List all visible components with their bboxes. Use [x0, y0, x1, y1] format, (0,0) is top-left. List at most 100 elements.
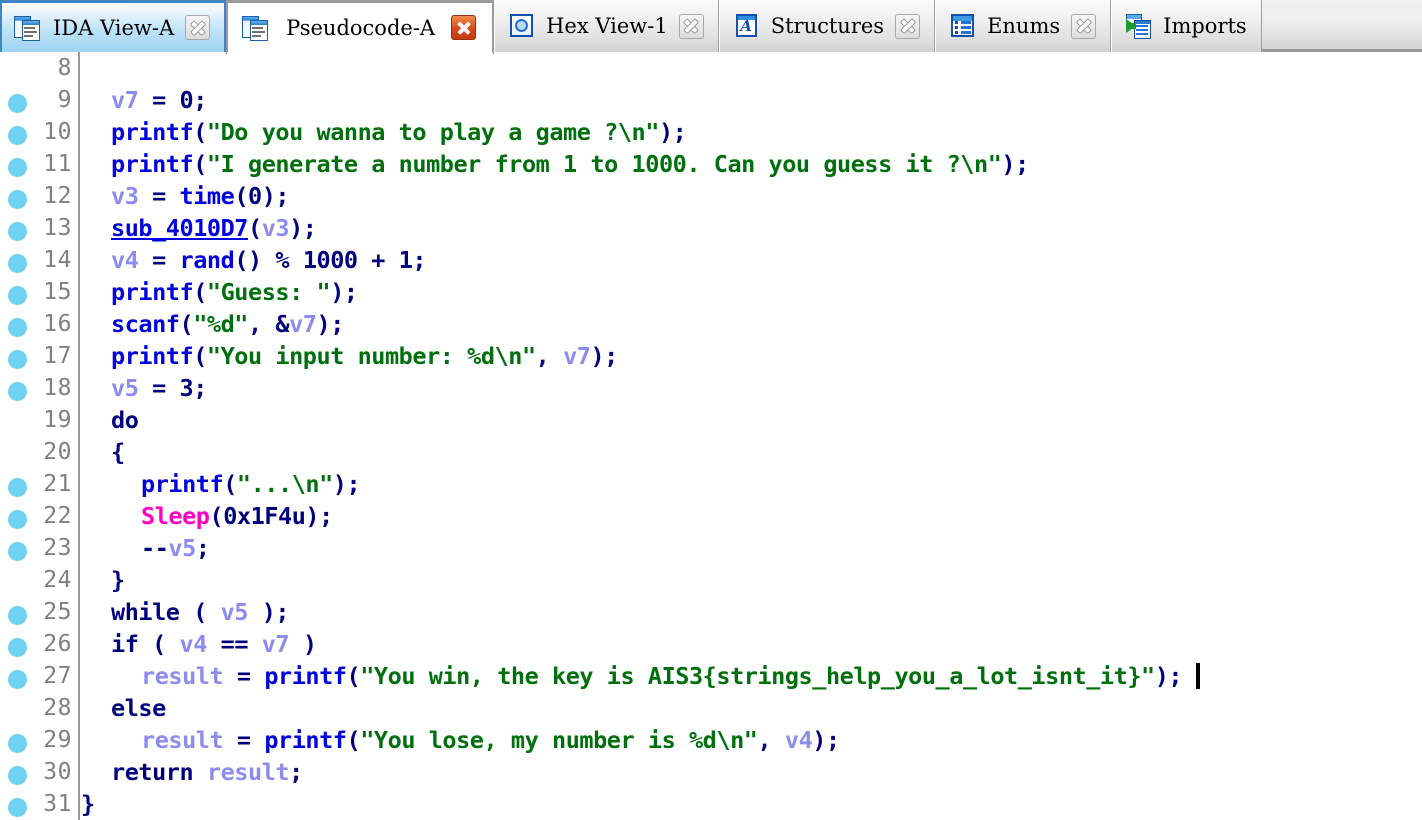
- code-token[interactable]: (: [138, 630, 179, 658]
- code-line[interactable]: 15 printf("Guess: ");: [0, 276, 1422, 308]
- code-token[interactable]: (: [223, 470, 237, 498]
- code-token[interactable]: result: [207, 758, 290, 786]
- code-token[interactable]: "You lose, my number is %d\n": [360, 726, 758, 754]
- tab-enums[interactable]: Enums: [935, 0, 1112, 52]
- code-token[interactable]: ;: [193, 86, 207, 114]
- code-text[interactable]: if ( v4 == v7 ): [111, 628, 317, 660]
- code-text[interactable]: }: [111, 564, 125, 596]
- code-token[interactable]: "I generate a number from 1 to 1000. Can…: [207, 150, 1002, 178]
- code-token[interactable]: =: [138, 246, 179, 274]
- code-token[interactable]: while: [111, 598, 180, 626]
- code-token[interactable]: v7: [289, 310, 317, 338]
- code-text[interactable]: do: [111, 404, 139, 436]
- code-token[interactable]: =: [138, 86, 179, 114]
- code-token[interactable]: }: [81, 790, 95, 818]
- code-line[interactable]: 19 do: [0, 404, 1422, 436]
- code-token[interactable]: );: [333, 470, 361, 498]
- code-line[interactable]: 16 scanf("%d", &v7);: [0, 308, 1422, 340]
- code-line[interactable]: 21 printf("...\n");: [0, 468, 1422, 500]
- code-token[interactable]: ): [289, 630, 317, 658]
- code-token[interactable]: v3: [262, 214, 290, 242]
- code-token[interactable]: );: [1001, 150, 1029, 178]
- tab-structures[interactable]: A Structures: [718, 0, 936, 52]
- code-token[interactable]: Sleep: [141, 502, 210, 530]
- code-token[interactable]: =: [138, 374, 179, 402]
- code-line[interactable]: 20 {: [0, 436, 1422, 468]
- code-token[interactable]: "Do you wanna to play a game ?\n": [207, 118, 659, 146]
- code-token[interactable]: +: [358, 246, 399, 274]
- code-token[interactable]: ;: [196, 534, 210, 562]
- code-token[interactable]: printf: [264, 726, 347, 754]
- code-token[interactable]: [193, 758, 207, 786]
- code-token[interactable]: 0x1F4u: [223, 502, 306, 530]
- code-token[interactable]: if: [111, 630, 139, 658]
- code-token[interactable]: time: [180, 182, 235, 210]
- code-token[interactable]: =: [138, 182, 179, 210]
- code-token[interactable]: --: [141, 534, 169, 562]
- code-token[interactable]: =: [223, 726, 264, 754]
- code-token[interactable]: else: [111, 694, 166, 722]
- code-token[interactable]: sub_4010D7: [111, 214, 248, 242]
- code-token[interactable]: "...\n": [237, 470, 333, 498]
- code-token[interactable]: 1: [399, 246, 413, 274]
- code-token[interactable]: printf: [111, 278, 194, 306]
- code-token[interactable]: ;: [412, 246, 426, 274]
- code-line[interactable]: 24}: [0, 564, 1422, 596]
- close-icon[interactable]: [185, 15, 211, 40]
- code-text[interactable]: result = printf("You lose, my number is …: [141, 724, 840, 756]
- code-token[interactable]: ==: [207, 630, 262, 658]
- code-text[interactable]: printf("I generate a number from 1 to 10…: [111, 148, 1029, 180]
- code-text[interactable]: printf("Do you wanna to play a game ?\n"…: [111, 116, 687, 148]
- code-token[interactable]: v5: [168, 534, 196, 562]
- code-text[interactable]: printf("Guess: ");: [111, 276, 358, 308]
- code-token[interactable]: printf: [111, 150, 194, 178]
- code-line[interactable]: 30 return result;: [0, 756, 1422, 788]
- code-token[interactable]: ,: [536, 342, 563, 370]
- code-token[interactable]: result: [141, 662, 224, 690]
- code-token[interactable]: );: [1155, 662, 1183, 690]
- code-text[interactable]: --v5;: [141, 532, 210, 564]
- code-token[interactable]: (: [193, 150, 207, 178]
- code-token[interactable]: rand: [180, 246, 235, 274]
- code-token[interactable]: v4: [111, 246, 139, 274]
- pseudocode-editor[interactable]: 8 9 v7 = 0; 10 printf("Do you wanna to play …: [0, 52, 1422, 820]
- code-token[interactable]: (: [347, 726, 361, 754]
- code-line[interactable]: 18 v5 = 3;: [0, 372, 1422, 404]
- code-line[interactable]: 14 v4 = rand() % 1000 + 1;: [0, 244, 1422, 276]
- code-token[interactable]: }: [111, 566, 125, 594]
- code-token[interactable]: ;: [193, 374, 207, 402]
- code-token[interactable]: v3: [111, 182, 139, 210]
- code-token[interactable]: );: [317, 310, 345, 338]
- code-token[interactable]: 1000: [303, 246, 358, 274]
- code-token[interactable]: );: [812, 726, 840, 754]
- code-text[interactable]: printf("...\n");: [141, 468, 361, 500]
- code-token[interactable]: "You input number: %d\n": [207, 342, 536, 370]
- code-token[interactable]: );: [305, 502, 333, 530]
- code-token[interactable]: (: [193, 278, 207, 306]
- code-line[interactable]: 27 result = printf("You win, the key is A…: [0, 660, 1422, 692]
- code-token[interactable]: printf: [111, 118, 194, 146]
- tab-pseudocode-a[interactable]: Pseudocode-A: [226, 0, 495, 55]
- code-text[interactable]: result = printf("You win, the key is AIS…: [141, 660, 1201, 692]
- close-icon[interactable]: [895, 13, 921, 39]
- tab-ida-view-a[interactable]: IDA View-A: [0, 0, 227, 52]
- code-token[interactable]: printf: [264, 662, 347, 690]
- code-token[interactable]: return: [111, 758, 194, 786]
- code-text[interactable]: Sleep(0x1F4u);: [141, 500, 333, 532]
- code-line[interactable]: 13 sub_4010D7(v3);: [0, 212, 1422, 244]
- close-icon[interactable]: [1071, 13, 1097, 39]
- code-text[interactable]: v3 = time(0);: [111, 180, 290, 212]
- code-token[interactable]: 0: [248, 182, 262, 210]
- code-token[interactable]: v4: [180, 630, 208, 658]
- code-text[interactable]: sub_4010D7(v3);: [111, 212, 317, 244]
- code-token[interactable]: printf: [111, 342, 194, 370]
- code-line[interactable]: 11 printf("I generate a number from 1 to …: [0, 148, 1422, 180]
- code-token[interactable]: );: [659, 118, 687, 146]
- code-token[interactable]: "Guess: ": [207, 278, 331, 306]
- close-icon[interactable]: [678, 13, 704, 39]
- code-line[interactable]: 25 while ( v5 );: [0, 596, 1422, 628]
- code-line[interactable]: 28 else: [0, 692, 1422, 724]
- code-token[interactable]: "%d": [193, 310, 248, 338]
- code-token[interactable]: );: [330, 278, 358, 306]
- code-line[interactable]: 31}: [0, 788, 1422, 820]
